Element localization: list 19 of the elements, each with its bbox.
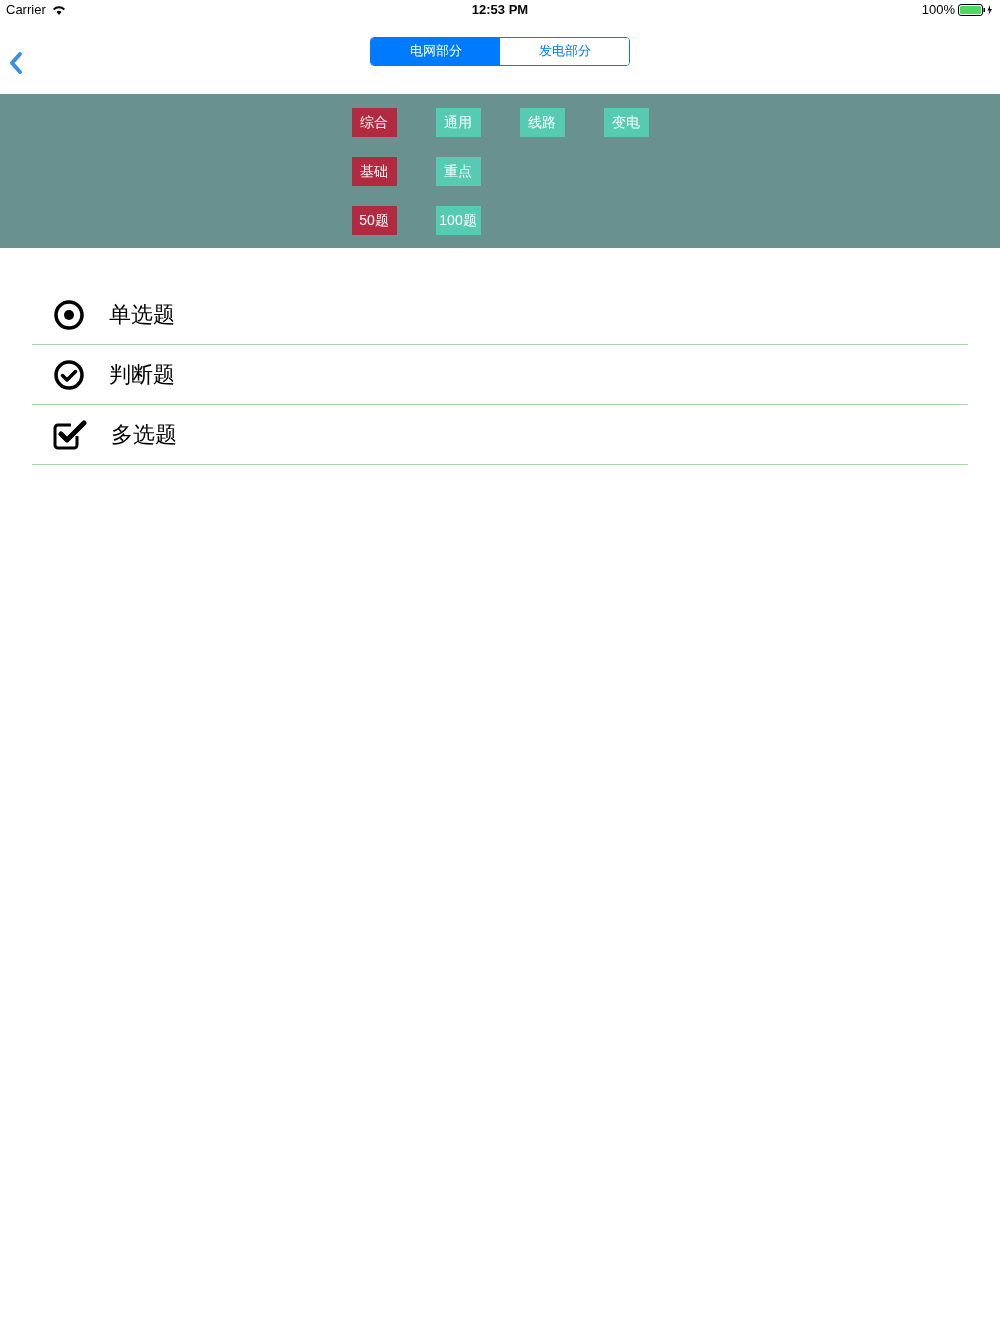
question-type-row[interactable]: 单选题: [32, 285, 968, 345]
filter-tag[interactable]: 综合: [351, 108, 397, 137]
checkbox-icon: [53, 418, 87, 451]
radio-icon: [53, 298, 85, 331]
question-type-row[interactable]: 多选题: [32, 405, 968, 465]
question-type-label: 判断题: [109, 361, 175, 389]
segment-tab[interactable]: 电网部分: [371, 37, 500, 65]
filter-tag[interactable]: 50题: [351, 206, 397, 235]
question-type-label: 单选题: [109, 301, 175, 329]
battery-percent: 100%: [921, 1, 955, 20]
question-type-label: 多选题: [111, 421, 177, 449]
back-chevron-icon: [9, 51, 23, 75]
clock-time: 12:53 PM: [471, 1, 529, 20]
check-circle-icon: [53, 358, 85, 391]
question-type-row[interactable]: 判断题: [32, 345, 968, 405]
wifi-icon: [51, 5, 66, 15]
carrier-name: Carrier: [6, 1, 46, 20]
battery-icon: [958, 4, 994, 16]
filter-tag[interactable]: 基础: [351, 157, 397, 186]
